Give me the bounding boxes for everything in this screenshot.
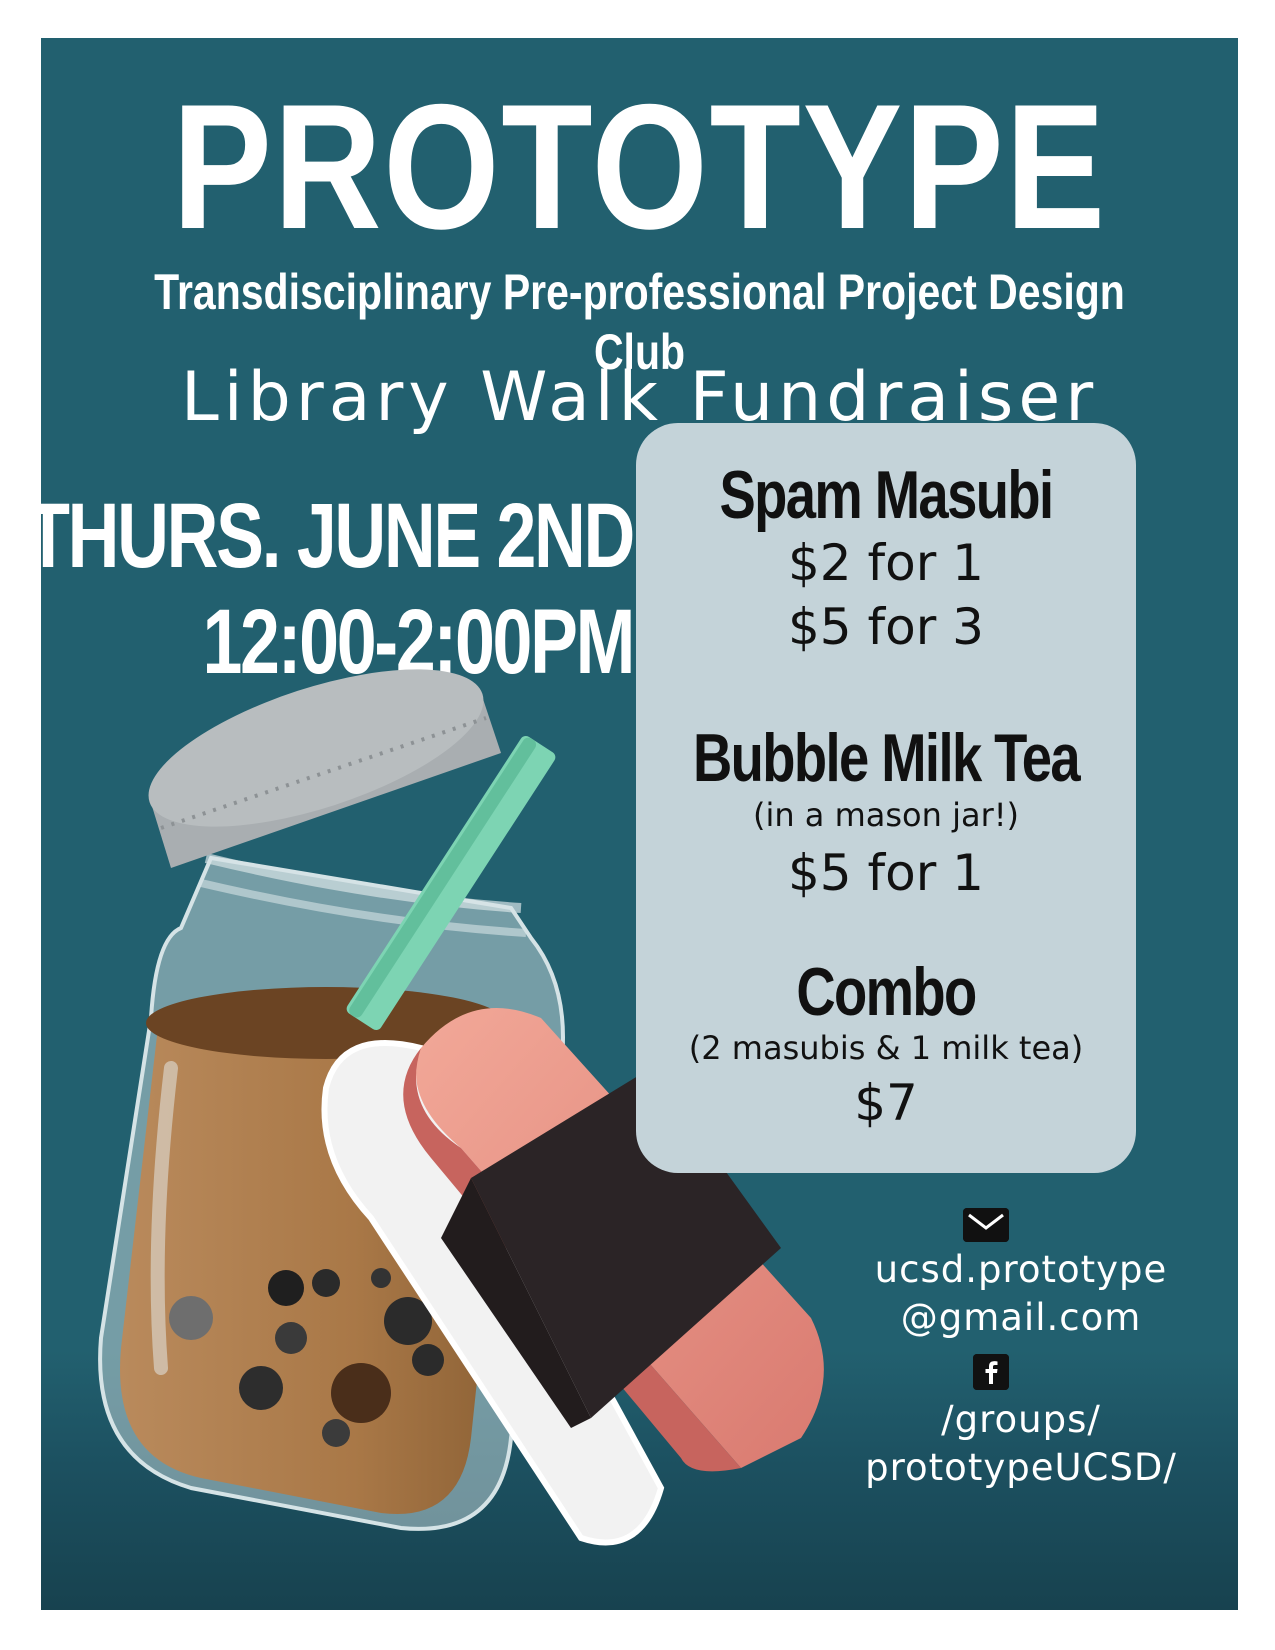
email-line-1: ucsd.prototype [874,1248,1168,1291]
facebook-line-2: prototypeUCSD/ [865,1446,1177,1489]
facebook-line-1: /groups/ [941,1398,1101,1441]
menu-panel: Spam Masubi $2 for 1 $5 for 3 Bubble Mil… [636,423,1136,1173]
menu-item-bubble-milk-tea: Bubble Milk Tea [692,720,1081,796]
spam-masubi-price-three: $5 for 3 [788,598,984,656]
bubble-milk-tea-note: (in a mason jar!) [752,796,1020,834]
flyer: PROTOTYPE Transdisciplinary Pre-professi… [41,38,1238,1610]
email-line-2: @gmail.com [900,1296,1142,1339]
jar-lid [148,669,501,868]
menu-item-combo: Combo [796,954,977,1030]
envelope-icon [963,1208,1009,1242]
bubble-milk-tea-price: $5 for 1 [788,844,984,902]
facebook-icon [973,1354,1009,1390]
combo-note: (2 masubis & 1 milk tea) [688,1029,1084,1067]
menu-item-spam-masubi: Spam Masubi [719,457,1054,533]
spam-masubi-price-single: $2 for 1 [788,534,984,592]
combo-price: $7 [854,1074,918,1132]
